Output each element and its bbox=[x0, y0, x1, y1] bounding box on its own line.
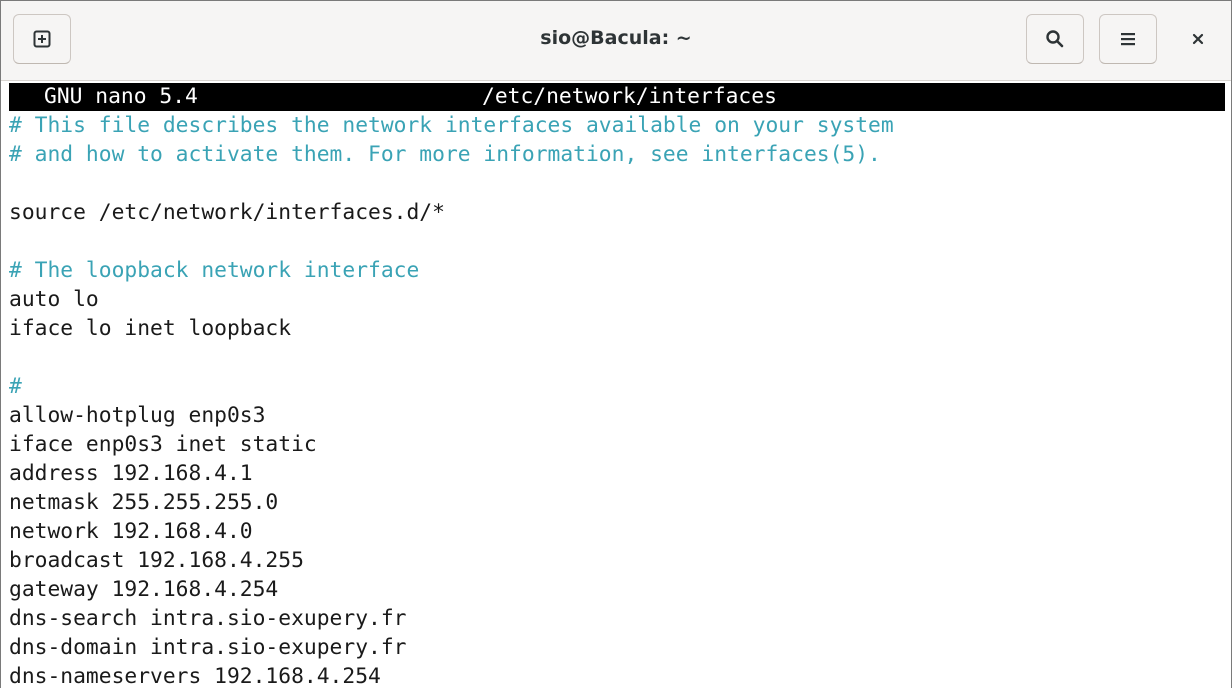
nano-file-path: /etc/network/interfaces bbox=[482, 84, 777, 109]
editor-line: # bbox=[9, 374, 22, 399]
editor-line: iface enp0s3 inet static bbox=[9, 432, 317, 457]
editor-line: allow-hotplug enp0s3 bbox=[9, 403, 266, 428]
editor-line: address 192.168.4.1 bbox=[9, 461, 253, 486]
window-title: sio@Bacula: ~ bbox=[540, 27, 692, 49]
search-icon bbox=[1046, 30, 1064, 48]
close-button[interactable] bbox=[1173, 14, 1223, 64]
hamburger-menu-icon bbox=[1121, 33, 1135, 46]
editor-line: dns-nameservers 192.168.4.254 bbox=[9, 664, 381, 688]
editor-line: # This file describes the network interf… bbox=[9, 113, 894, 138]
nano-title-bar: GNU nano 5.4 /etc/network/interfaces bbox=[9, 83, 1225, 111]
nano-version: GNU nano 5.4 bbox=[44, 84, 198, 109]
editor-line: auto lo bbox=[9, 287, 99, 312]
terminal-window: sio@Bacula: ~ GNU nano 5.4 /etc/network/… bbox=[0, 0, 1232, 688]
editor-line: dns-domain intra.sio-exupery.fr bbox=[9, 635, 407, 660]
editor-line: source /etc/network/interfaces.d/* bbox=[9, 200, 445, 225]
editor-line: # The loopback network interface bbox=[9, 258, 420, 283]
editor-line: gateway 192.168.4.254 bbox=[9, 577, 279, 602]
editor-line: broadcast 192.168.4.255 bbox=[9, 548, 304, 573]
header-bar: sio@Bacula: ~ bbox=[1, 1, 1231, 81]
editor-line: dns-search intra.sio-exupery.fr bbox=[9, 606, 407, 631]
editor-text-area[interactable]: # This file describes the network interf… bbox=[9, 111, 1225, 688]
editor-line: netmask 255.255.255.0 bbox=[9, 490, 279, 515]
editor-line: # and how to activate them. For more inf… bbox=[9, 142, 881, 167]
terminal-content[interactable]: GNU nano 5.4 /etc/network/interfaces # T… bbox=[1, 81, 1231, 688]
new-tab-icon bbox=[33, 30, 51, 48]
new-tab-button[interactable] bbox=[13, 14, 71, 64]
menu-button[interactable] bbox=[1099, 14, 1157, 64]
editor-line: iface lo inet loopback bbox=[9, 316, 292, 341]
search-button[interactable] bbox=[1026, 14, 1084, 64]
close-icon bbox=[1192, 33, 1204, 45]
editor-line: network 192.168.4.0 bbox=[9, 519, 253, 544]
